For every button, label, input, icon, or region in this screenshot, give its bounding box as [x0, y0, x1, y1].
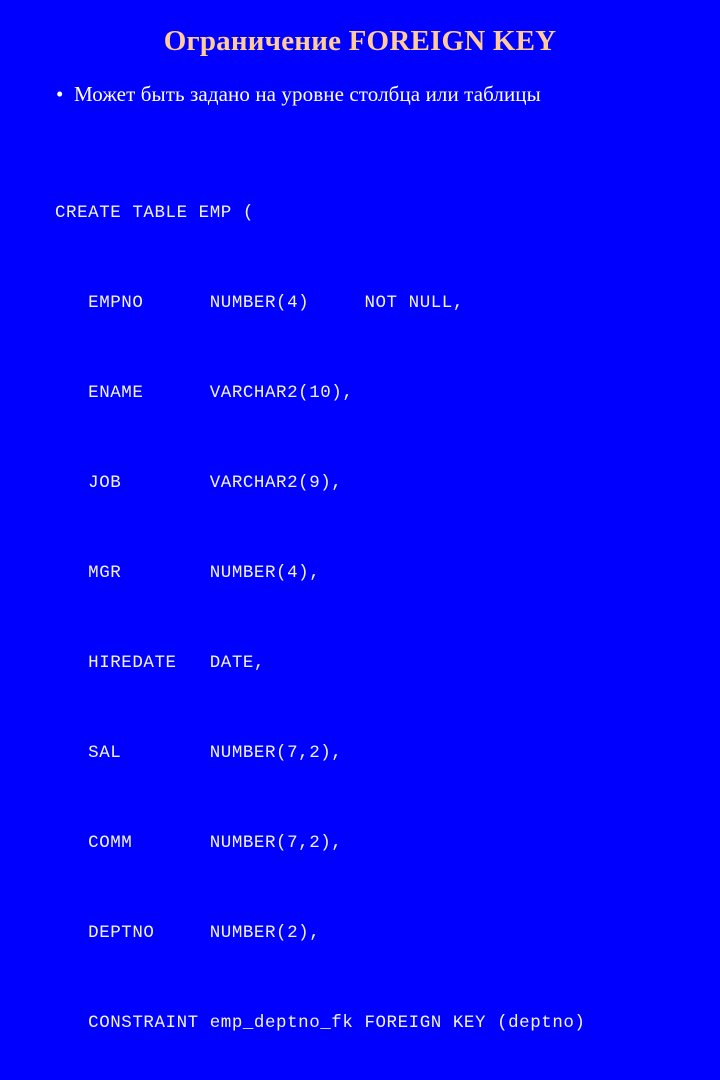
code-line: JOB VARCHAR2(9),	[55, 473, 343, 493]
code-line: SAL NUMBER(7,2),	[55, 743, 343, 763]
code-line: DEPTNO NUMBER(2),	[55, 923, 321, 943]
sql-code-block: CREATE TABLE EMP ( EMPNO NUMBER(4) NOT N…	[55, 138, 715, 1080]
code-line: COMM NUMBER(7,2),	[55, 833, 343, 853]
bullet-item-label: Может быть задано на уровне столбца или …	[74, 82, 541, 106]
code-line: ENAME VARCHAR2(10),	[55, 383, 354, 403]
code-line: CONSTRAINT emp_deptno_fk FOREIGN KEY (de…	[55, 1013, 586, 1033]
slide-canvas: Ограничение FOREIGN KEY • Может быть зад…	[0, 0, 720, 1033]
page-title: Ограничение FOREIGN KEY	[163, 25, 557, 57]
code-line: HIREDATE DATE,	[55, 653, 265, 673]
code-line: CREATE TABLE EMP (	[55, 203, 254, 223]
bullet-list-item: • Может быть задано на уровне столбца ил…	[56, 81, 541, 107]
code-line: MGR NUMBER(4),	[55, 563, 321, 583]
code-line: EMPNO NUMBER(4) NOT NULL,	[55, 293, 464, 313]
bullet-point-icon: •	[56, 82, 64, 106]
